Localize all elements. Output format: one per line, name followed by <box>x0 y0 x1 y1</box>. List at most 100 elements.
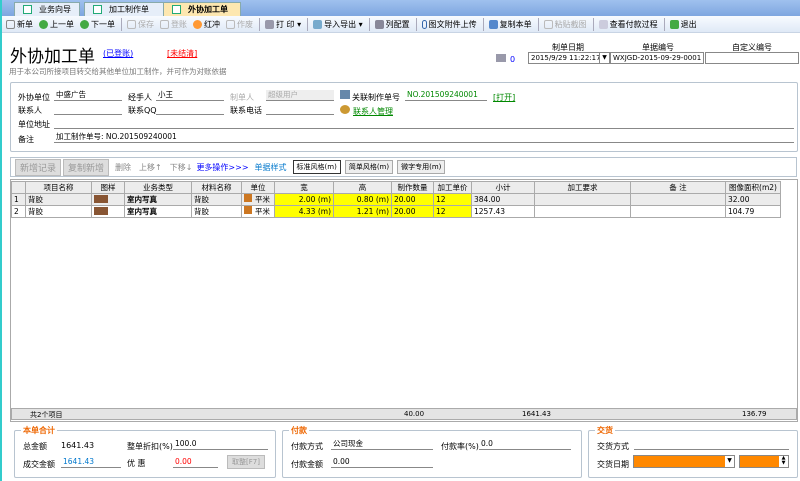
handler-field[interactable]: 小王 <box>156 90 224 101</box>
style-simple[interactable]: 简单风格(m) <box>344 160 394 174</box>
delivery-date-field[interactable]: ▼ <box>633 455 735 468</box>
col-business-type[interactable]: 业务类型 <box>124 181 192 194</box>
sample-thumbnail <box>94 194 108 203</box>
save-button[interactable]: 保存 <box>127 19 154 30</box>
style-label: 单据样式 <box>254 162 287 172</box>
page-subtitle: 用于本公司所接项目转交给其他单位加工制作，并可作为对账依据 <box>9 67 227 76</box>
add-record-button[interactable]: 新增记录 <box>15 158 62 176</box>
remark-field[interactable]: 加工制作单号: NO.201509240001 <box>54 132 794 143</box>
contact-label: 联系人 <box>18 106 42 115</box>
remark-label: 备注 <box>18 135 34 144</box>
posted-status[interactable]: (已登账) <box>103 48 133 59</box>
items-table: 项目名称 图样 业务类型 材料名称 单位 宽 高 制作数量 加工单价 小计 加工… <box>11 181 781 218</box>
total-label: 总金额 <box>23 442 47 451</box>
item-count: 共2个项目 <box>30 411 63 419</box>
upload-attachment-button[interactable]: 图文附件上传 <box>421 19 477 30</box>
copy-add-button[interactable]: 复制新增 <box>63 158 110 176</box>
style-standard[interactable]: 标准风格(m) <box>292 160 341 174</box>
open-link[interactable]: [打开] <box>493 92 515 103</box>
payment-amount-field[interactable]: 0.00 <box>331 457 433 468</box>
delivery-time-spinner[interactable]: ▲ ▼ <box>739 455 789 468</box>
promo-field[interactable]: 0.00 <box>173 457 218 468</box>
exit-button[interactable]: 退出 <box>669 19 697 30</box>
page-title: 外协加工单 <box>10 47 95 67</box>
new-button[interactable]: 新单 <box>6 19 33 30</box>
deal-field[interactable]: 1641.43 <box>61 457 121 468</box>
payment-amount-label: 付款金额 <box>291 460 323 469</box>
payment-method-label: 付款方式 <box>291 442 323 451</box>
tab-bar: 业务向导 加工制作单 外协加工单 <box>2 0 800 16</box>
copy-order-button[interactable]: 复制本单 <box>488 19 532 30</box>
sample-thumbnail <box>94 206 108 215</box>
table-row[interactable]: 1 背胶 室内写真 背胶 平米 2.00 (m) 0.80 (m) 20.00 12 3… <box>11 193 781 206</box>
paperclip-icon <box>421 19 427 29</box>
discount-field[interactable]: 100.0 <box>173 439 268 450</box>
col-remark[interactable]: 备 注 <box>630 181 726 194</box>
col-height[interactable]: 高 <box>333 181 392 194</box>
total-value: 1641.43 <box>61 441 95 450</box>
move-down-button[interactable]: 下移↓ <box>170 162 193 173</box>
tab-business-guide[interactable]: 业务向导 <box>14 2 80 16</box>
dropdown-arrow-icon[interactable]: ▼ <box>599 53 609 63</box>
more-actions-link[interactable]: 更多操作>>> <box>196 162 248 173</box>
payment-rate-field[interactable]: 0.0 <box>479 439 571 450</box>
payment-title: 付款 <box>289 425 309 436</box>
phone-field[interactable] <box>266 104 334 115</box>
col-material[interactable]: 材料名称 <box>191 181 242 194</box>
columns-config-button[interactable]: 列配置 <box>374 19 410 30</box>
col-width[interactable]: 宽 <box>274 181 334 194</box>
spinner-arrows-icon[interactable]: ▲ ▼ <box>779 456 788 467</box>
printer-icon <box>265 19 274 29</box>
linked-field[interactable]: NO.201509240001 <box>405 90 487 101</box>
col-requirement[interactable]: 加工要求 <box>534 181 631 194</box>
delete-button[interactable]: 删除 <box>115 162 131 173</box>
address-field[interactable] <box>54 118 794 129</box>
settlement-status[interactable]: [未结清] <box>167 48 197 59</box>
payment-icon <box>598 19 608 29</box>
post-button[interactable]: 登账 <box>160 19 187 30</box>
col-item-name[interactable]: 项目名称 <box>25 181 92 194</box>
number-field[interactable]: WXJGD-2015-09-29-0001 <box>610 52 704 64</box>
link-icon <box>340 90 350 99</box>
post-icon <box>160 19 169 29</box>
exit-icon <box>669 19 679 29</box>
prev-button[interactable]: 上一单 <box>39 19 74 30</box>
vendor-field[interactable]: 中盛广告 <box>54 90 122 101</box>
payment-method-field[interactable]: 公司现金 <box>331 439 433 450</box>
paste-screenshot-button[interactable]: 粘贴截图 <box>543 19 587 30</box>
dropdown-arrow-icon[interactable]: ▼ <box>725 456 734 467</box>
col-unit-price[interactable]: 加工单价 <box>433 181 472 194</box>
date-field[interactable]: 2015/9/29 11:22:17 ▼ <box>528 52 610 64</box>
import-export-button[interactable]: 导入导出 ▾ <box>313 19 363 30</box>
col-quantity[interactable]: 制作数量 <box>391 181 434 194</box>
contact-management-link[interactable]: 联系人管理 <box>353 106 393 117</box>
col-image-area[interactable]: 图像面积(m2) <box>725 181 781 194</box>
void-button[interactable]: 作废 <box>226 19 253 30</box>
deal-label: 成交金额 <box>23 460 55 469</box>
table-row[interactable]: 2 背胶 室内写真 背胶 平米 4.33 (m) 1.21 (m) 20.00 12 1… <box>11 205 781 218</box>
promo-label: 优 惠 <box>127 459 146 468</box>
col-subtotal[interactable]: 小计 <box>471 181 535 194</box>
contact-field[interactable] <box>54 104 122 115</box>
next-button[interactable]: 下一单 <box>80 19 115 30</box>
view-payment-button[interactable]: 查看付款过程 <box>598 19 658 30</box>
round-button[interactable]: 取整[F7] <box>227 455 265 469</box>
col-sample[interactable]: 图样 <box>91 181 125 194</box>
copy-icon <box>488 19 498 29</box>
style-micro[interactable]: 微字专用(m) <box>397 160 446 174</box>
red-reverse-button[interactable]: 红冲 <box>193 19 220 30</box>
tab-outsource-order[interactable]: 外协加工单 <box>163 2 241 16</box>
toolbar: 新单 上一单 下一单 保存 登账 红冲 作废 打 印 ▾ 导入导出 ▾ 列配置 … <box>2 16 800 33</box>
delivery-method-field[interactable] <box>634 439 789 450</box>
print-button[interactable]: 打 印 ▾ <box>265 19 301 30</box>
phone-label: 联系电话 <box>230 106 262 115</box>
vendor-label: 外协单位 <box>18 93 50 102</box>
qq-field[interactable] <box>156 104 224 115</box>
move-up-button[interactable]: 上移↑ <box>139 162 162 173</box>
paste-icon <box>543 19 553 29</box>
col-unit[interactable]: 单位 <box>241 181 275 194</box>
tab-production-order[interactable]: 加工制作单 <box>84 2 164 16</box>
payment-rate-label: 付款率(%) <box>441 442 479 451</box>
custom-number-field[interactable] <box>705 52 799 64</box>
color-swatch <box>244 206 252 214</box>
